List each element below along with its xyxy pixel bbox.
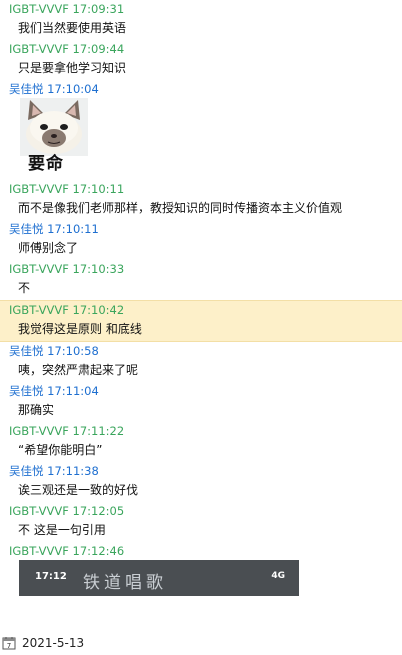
message-time: 17:10:11 bbox=[72, 182, 125, 196]
message-item[interactable]: IGBT-VVVF 17:12:46 17:12 铁道唱歌 4G bbox=[0, 542, 402, 596]
message-header: 吴佳悦 17:10:04 bbox=[9, 80, 396, 98]
sender-name: 吴佳悦 bbox=[9, 464, 44, 478]
message-time: 17:10:42 bbox=[72, 303, 125, 317]
message-item[interactable]: 吴佳悦 17:10:04 要命 bbox=[0, 80, 402, 176]
message-time: 17:10:04 bbox=[47, 82, 99, 96]
message-text: 师傅别念了 bbox=[18, 241, 79, 255]
sender-name: IGBT-VVVF bbox=[9, 182, 69, 196]
svg-text:7: 7 bbox=[7, 642, 11, 650]
sender-name: IGBT-VVVF bbox=[9, 2, 69, 16]
message-item[interactable]: IGBT-VVVF 17:11:22 “希望你能明白” bbox=[0, 422, 402, 462]
sender-name: 吴佳悦 bbox=[9, 82, 44, 96]
screenshot-signal: 4G bbox=[271, 571, 285, 581]
sender-name: 吴佳悦 bbox=[9, 344, 44, 358]
message-header: IGBT-VVVF 17:12:46 bbox=[9, 542, 396, 560]
message-header: IGBT-VVVF 17:10:11 bbox=[9, 180, 396, 198]
screenshot-status-time: 17:12 bbox=[35, 571, 67, 582]
message-header: IGBT-VVVF 17:12:05 bbox=[9, 502, 396, 520]
message-header: IGBT-VVVF 17:10:42 bbox=[9, 301, 396, 319]
message-item[interactable]: 吴佳悦 17:11:38 诶三观还是一致的好伐 bbox=[0, 462, 402, 502]
sender-name: IGBT-VVVF bbox=[9, 504, 69, 518]
message-text: “希望你能明白” bbox=[18, 443, 103, 457]
message-text: 我觉得这是原则 和底线 bbox=[18, 322, 142, 336]
message-item[interactable]: IGBT-VVVF 17:09:31 我们当然要使用英语 bbox=[0, 0, 402, 40]
message-time: 17:12:05 bbox=[72, 504, 125, 518]
message-header: IGBT-VVVF 17:09:31 bbox=[9, 0, 396, 18]
message-header: IGBT-VVVF 17:11:22 bbox=[9, 422, 396, 440]
message-item[interactable]: 吴佳悦 17:10:58 咦，突然严肃起来了呢 bbox=[0, 342, 402, 382]
message-item[interactable]: 吴佳悦 17:11:04 那确实 bbox=[0, 382, 402, 422]
sticker-image[interactable]: 要命 bbox=[20, 98, 88, 176]
message-item[interactable]: IGBT-VVVF 17:10:33 不 bbox=[0, 260, 402, 300]
message-time: 17:12:46 bbox=[72, 544, 125, 558]
message-item-highlighted[interactable]: IGBT-VVVF 17:10:42 我觉得这是原则 和底线 bbox=[0, 300, 402, 342]
screenshot-image[interactable]: 17:12 铁道唱歌 4G bbox=[19, 560, 299, 596]
message-header: IGBT-VVVF 17:09:44 bbox=[9, 40, 396, 58]
date-footer: 7 2021-5-13 bbox=[0, 630, 402, 655]
message-time: 17:11:22 bbox=[72, 424, 125, 438]
sender-name: IGBT-VVVF bbox=[9, 262, 69, 276]
message-text: 诶三观还是一致的好伐 bbox=[18, 483, 139, 497]
sender-name: IGBT-VVVF bbox=[9, 303, 69, 317]
message-header: 吴佳悦 17:11:04 bbox=[9, 382, 396, 400]
sender-name: IGBT-VVVF bbox=[9, 42, 69, 56]
message-time: 17:10:11 bbox=[47, 222, 99, 236]
message-text: 而不是像我们老师那样，教授知识的同时传播资本主义价值观 bbox=[18, 201, 343, 215]
sender-name: IGBT-VVVF bbox=[9, 424, 69, 438]
message-text: 那确实 bbox=[18, 403, 55, 417]
calendar-icon: 7 bbox=[2, 636, 16, 650]
message-text: 只是要拿他学习知识 bbox=[18, 61, 127, 75]
sticker-caption: 要命 bbox=[28, 154, 64, 174]
sender-name: 吴佳悦 bbox=[9, 384, 44, 398]
message-text: 我们当然要使用英语 bbox=[18, 21, 127, 35]
message-item[interactable]: IGBT-VVVF 17:10:11 而不是像我们老师那样，教授知识的同时传播资… bbox=[0, 180, 402, 220]
cat-sticker-icon bbox=[20, 98, 88, 156]
message-text: 不 bbox=[18, 281, 31, 295]
message-time: 17:10:33 bbox=[72, 262, 125, 276]
message-time: 17:10:58 bbox=[47, 344, 99, 358]
message-text: 不 这是一句引用 bbox=[18, 523, 106, 537]
message-header: 吴佳悦 17:10:11 bbox=[9, 220, 396, 238]
message-time: 17:09:44 bbox=[72, 42, 125, 56]
sender-name: IGBT-VVVF bbox=[9, 544, 69, 558]
sender-name: 吴佳悦 bbox=[9, 222, 44, 236]
message-time: 17:11:04 bbox=[47, 384, 99, 398]
message-header: 吴佳悦 17:10:58 bbox=[9, 342, 396, 360]
message-text: 咦，突然严肃起来了呢 bbox=[18, 363, 139, 377]
chat-history: IGBT-VVVF 17:09:31 我们当然要使用英语 IGBT-VVVF 1… bbox=[0, 0, 402, 626]
message-header: 吴佳悦 17:11:38 bbox=[9, 462, 396, 480]
message-time: 17:11:38 bbox=[47, 464, 99, 478]
message-item[interactable]: 吴佳悦 17:10:11 师傅别念了 bbox=[0, 220, 402, 260]
screenshot-title: 铁道唱歌 bbox=[83, 573, 167, 593]
footer-date: 2021-5-13 bbox=[22, 635, 85, 650]
message-time: 17:09:31 bbox=[72, 2, 125, 16]
message-item[interactable]: IGBT-VVVF 17:12:05 不 这是一句引用 bbox=[0, 502, 402, 542]
message-header: IGBT-VVVF 17:10:33 bbox=[9, 260, 396, 278]
message-item[interactable]: IGBT-VVVF 17:09:44 只是要拿他学习知识 bbox=[0, 40, 402, 80]
